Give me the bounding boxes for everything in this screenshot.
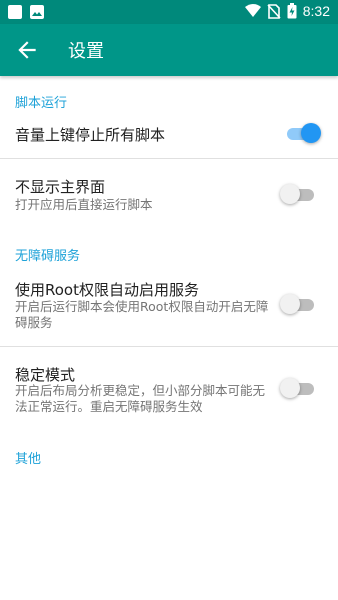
back-button[interactable] (14, 37, 40, 63)
stable-mode-switch[interactable] (280, 378, 316, 398)
divider (0, 346, 338, 347)
switch-thumb (280, 184, 300, 204)
status-time: 8:32 (302, 3, 330, 19)
pref-title: 音量上键停止所有脚本 (15, 126, 166, 144)
arrow-back-icon (18, 41, 36, 59)
section-header-other: 其他 (15, 452, 42, 467)
pref-subtitle: 开启后布局分析更稳定，但小部分脚本可能无法正常运行。重启无障碍服务生效 (15, 383, 266, 414)
page-title: 设置 (68, 41, 104, 62)
pref-title: 不显示主界面 (15, 178, 106, 196)
app-bar: 设置 (0, 24, 338, 76)
pref-subtitle: 打开应用后直接运行脚本 (15, 197, 153, 212)
notification-square-icon (8, 5, 22, 19)
battery-charging-icon (287, 3, 297, 19)
section-header-script-run: 脚本运行 (15, 96, 68, 111)
pref-title: 稳定模式 (15, 366, 76, 384)
status-bar-left-icons (8, 5, 44, 19)
switch-thumb (280, 294, 300, 314)
no-sim-icon (267, 3, 281, 19)
divider (0, 158, 338, 159)
switch-thumb (301, 123, 321, 143)
root-enable-service-switch[interactable] (280, 294, 316, 314)
status-bar: 8:32 (0, 0, 338, 24)
image-icon (30, 5, 44, 19)
status-bar-right-icons: 8:32 (244, 3, 330, 19)
hide-main-screen-switch[interactable] (280, 184, 316, 204)
wifi-icon (244, 4, 261, 17)
volume-up-stop-switch[interactable] (285, 123, 321, 143)
pref-title: 使用Root权限自动启用服务 (15, 281, 199, 299)
pref-subtitle: 开启后运行脚本会使用Root权限自动开启无障碍服务 (15, 299, 269, 330)
section-header-accessibility: 无障碍服务 (15, 249, 81, 264)
switch-thumb (280, 378, 300, 398)
